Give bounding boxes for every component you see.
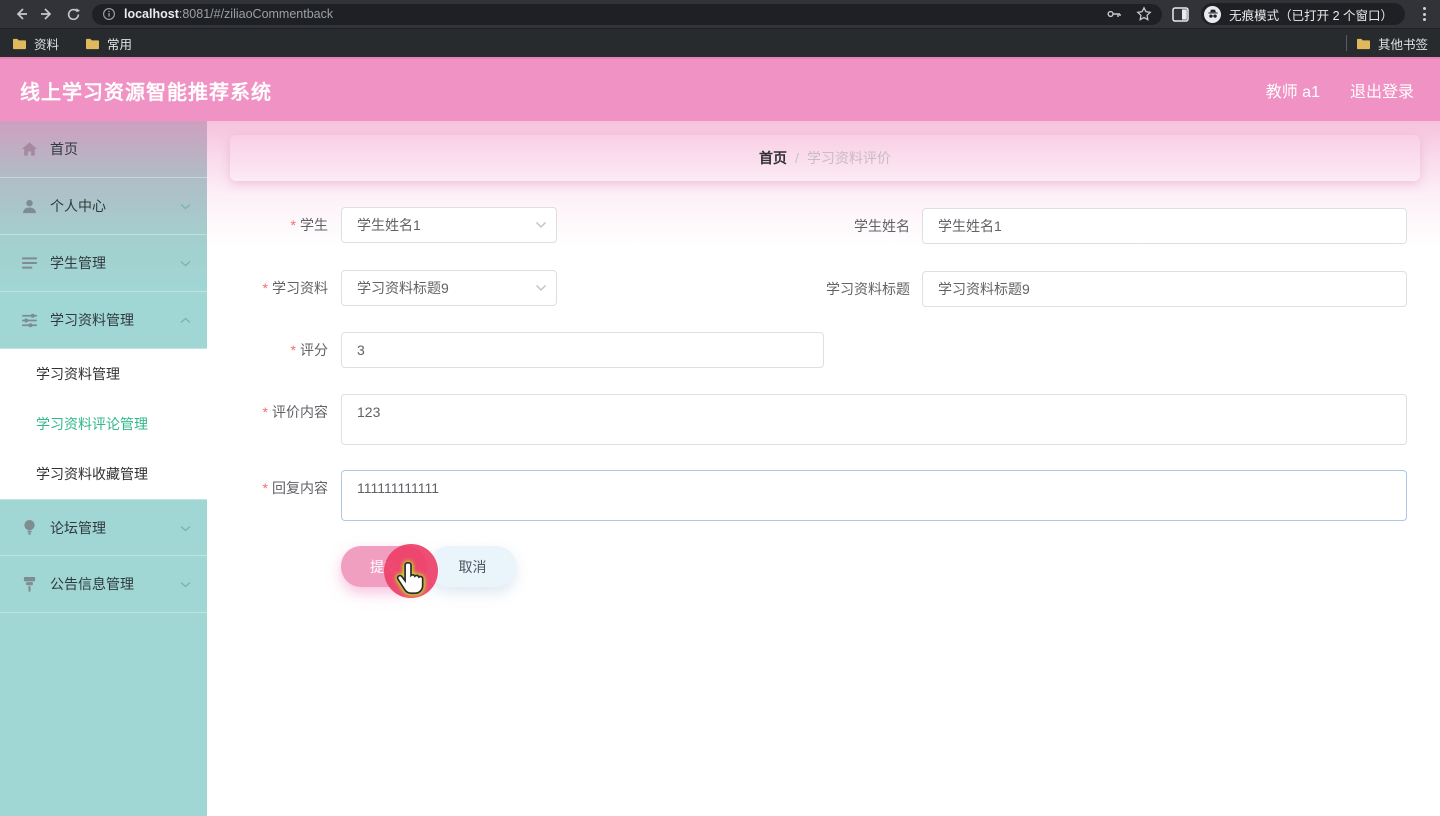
sliders-icon	[20, 311, 38, 329]
toolbar-right: 无痕模式（已打开 2 个窗口）	[1172, 3, 1432, 25]
app-header: 线上学习资源智能推荐系统 教师 a1 退出登录	[0, 57, 1440, 121]
comment-label: * 评价内容	[262, 404, 328, 420]
folder-icon	[86, 38, 100, 49]
home-icon	[20, 140, 38, 158]
student-select-input[interactable]	[341, 207, 557, 243]
chevron-down-icon	[180, 254, 191, 272]
logout-button[interactable]: 退出登录	[1350, 78, 1414, 102]
breadcrumb-current: 学习资料评价	[806, 150, 891, 166]
sidebar-item-material-mgmt[interactable]: 学习资料管理	[0, 292, 207, 349]
sidebar-item-personal-center[interactable]: 个人中心	[0, 178, 207, 235]
chevron-up-icon	[180, 311, 191, 329]
forward-icon[interactable]	[34, 3, 60, 25]
submenu-item-material-mgmt[interactable]: 学习资料管理	[0, 349, 207, 399]
chevron-down-icon	[180, 519, 191, 537]
student-select[interactable]	[341, 207, 557, 243]
other-bookmarks[interactable]: 其他书签	[1356, 34, 1428, 53]
bookmark-star-icon[interactable]	[1136, 6, 1152, 22]
bulb-icon	[20, 519, 38, 537]
material-title-input[interactable]	[922, 271, 1407, 307]
page-info-icon[interactable]	[102, 7, 116, 21]
browser-chrome: localhost:8081/#/ziliaoCommentback 无痕模式（…	[0, 0, 1440, 57]
sidebar-item-announcement-mgmt[interactable]: 公告信息管理	[0, 556, 207, 613]
side-panel-icon[interactable]	[1172, 6, 1189, 22]
material-select-input[interactable]	[341, 270, 557, 306]
material-select[interactable]	[341, 270, 557, 306]
incognito-icon	[1204, 5, 1222, 23]
back-icon[interactable]	[8, 3, 34, 25]
browser-toolbar: localhost:8081/#/ziliaoCommentback 无痕模式（…	[0, 0, 1440, 28]
breadcrumb-separator: /	[795, 150, 799, 166]
app-title: 线上学习资源智能推荐系统	[20, 81, 272, 104]
bookmark-folder-changyong[interactable]: 常用	[85, 34, 132, 53]
breadcrumb: 首页 / 学习资料评价	[230, 135, 1420, 181]
list-icon	[20, 254, 38, 272]
incognito-label: 无痕模式（已打开 2 个窗口）	[1229, 8, 1393, 23]
flag-icon	[20, 575, 38, 593]
folder-icon	[1356, 38, 1370, 49]
chevron-down-icon	[180, 575, 191, 593]
bookmarks-bar: 资料 常用 其他书签	[0, 28, 1440, 57]
material-title-label: 学习资料标题	[826, 281, 910, 297]
chevron-down-icon	[180, 197, 191, 215]
main-content: 首页 / 学习资料评价 *学生 学生姓名 *学习资料 学习资料标题 *评分 *评…	[207, 121, 1440, 816]
current-user[interactable]: 教师 a1	[1266, 78, 1320, 102]
submenu-item-material-comment-mgmt[interactable]: 学习资料评论管理	[0, 399, 207, 449]
sidebar: 首页 个人中心 学生管理 学习资料管理 学习资料管理 学习资料评论管理 学习资料…	[0, 121, 207, 816]
sidebar-item-forum-mgmt[interactable]: 论坛管理	[0, 499, 207, 556]
submit-button[interactable]: 提交	[341, 546, 427, 587]
score-label: * 评分	[290, 342, 328, 358]
url-text: localhost:8081/#/ziliaoCommentback	[124, 7, 334, 21]
submenu-item-material-favorite-mgmt[interactable]: 学习资料收藏管理	[0, 449, 207, 499]
bookmarks-separator	[1345, 35, 1347, 51]
material-submenu: 学习资料管理 学习资料评论管理 学习资料收藏管理	[0, 349, 207, 499]
student-name-input[interactable]	[922, 208, 1407, 244]
user-icon	[20, 197, 38, 215]
reply-textarea[interactable]: 111111111111	[341, 470, 1407, 521]
reload-icon[interactable]	[60, 3, 86, 25]
cancel-button[interactable]: 取消	[429, 546, 516, 587]
browser-menu-icon[interactable]	[1417, 5, 1432, 23]
sidebar-item-student-mgmt[interactable]: 学生管理	[0, 235, 207, 292]
score-input[interactable]	[341, 332, 824, 368]
material-label: * 学习资料	[262, 280, 328, 296]
password-key-icon[interactable]	[1106, 6, 1122, 22]
folder-icon	[13, 38, 26, 49]
screen: localhost:8081/#/ziliaoCommentback 无痕模式（…	[0, 0, 1440, 816]
student-label: * 学生	[290, 217, 328, 233]
reply-label: * 回复内容	[262, 480, 328, 496]
sidebar-item-home[interactable]: 首页	[0, 121, 207, 178]
student-name-label: 学生姓名	[854, 218, 910, 234]
bookmark-folder-ziliao[interactable]: 资料	[12, 34, 59, 53]
comment-textarea[interactable]: 123	[341, 394, 1407, 445]
url-bar[interactable]: localhost:8081/#/ziliaoCommentback	[92, 3, 1163, 25]
incognito-chip[interactable]: 无痕模式（已打开 2 个窗口）	[1201, 3, 1405, 25]
breadcrumb-home[interactable]: 首页	[759, 148, 787, 168]
